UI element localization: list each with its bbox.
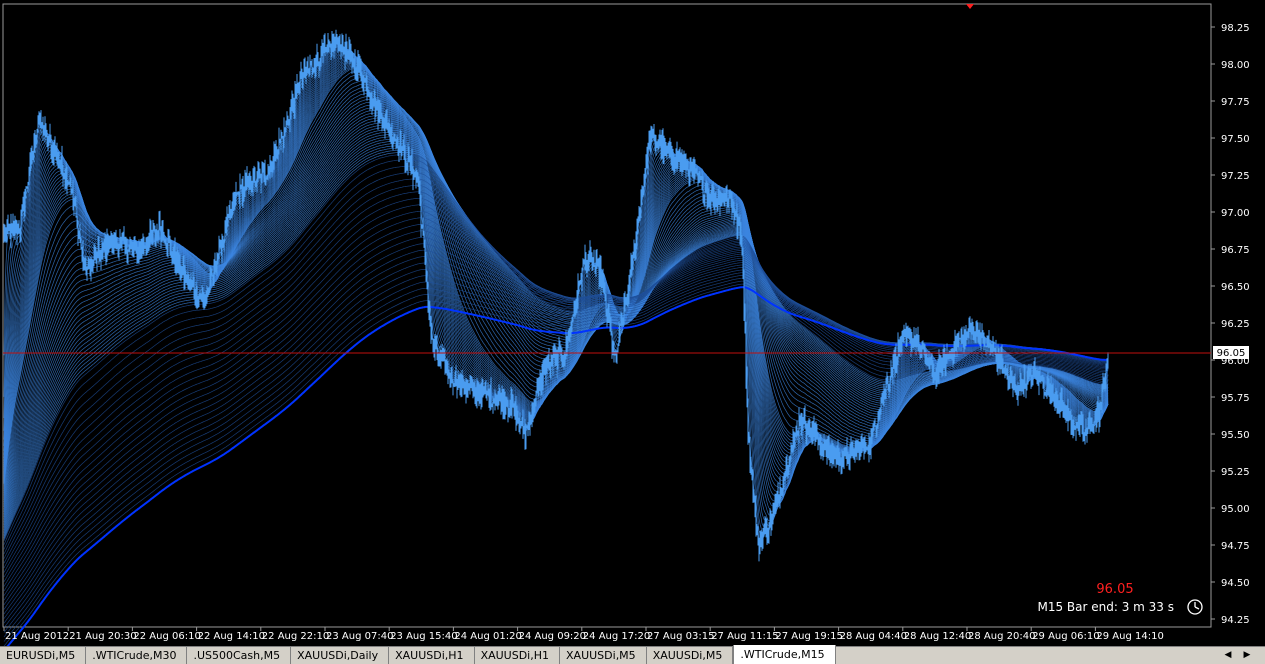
chart-tab[interactable]: XAUUSDi,Daily	[291, 647, 390, 664]
price-tick-label: 95.75	[1221, 393, 1250, 404]
chart-tab[interactable]: .WTICrude,M30	[86, 647, 188, 664]
timer-price: 96.05	[1096, 582, 1133, 597]
time-tick-label: 28 Aug 04:40	[840, 631, 907, 642]
chart-tab-bar: EURUSDi,M5 .WTICrude,M30 .US500Cash,M5 XAUU…	[0, 645, 1265, 664]
chart-tab[interactable]: .WTICrude,M15	[733, 645, 836, 664]
time-tick-label: 21 Aug 2012	[5, 631, 69, 642]
price-tick-label: 97.25	[1221, 171, 1250, 182]
time-tick-label: 23 Aug 07:40	[326, 631, 393, 642]
time-tick-label: 27 Aug 03:15	[647, 631, 714, 642]
chart-tab[interactable]: XAUUSDi,M5	[560, 647, 647, 664]
price-tick-label: 94.75	[1221, 541, 1250, 552]
price-tick-label: 96.50	[1221, 282, 1250, 293]
price-tick-label: 98.25	[1221, 23, 1250, 34]
price-tick-label: 97.50	[1221, 134, 1250, 145]
chart-window[interactable]: 98.25 98.00 97.75 97.50 97.25 97.00 96.75 96.50…	[0, 0, 1265, 646]
time-tick-label: 24 Aug 17:20	[583, 631, 650, 642]
chart-tab[interactable]: XAUUSDi,H1	[389, 647, 475, 664]
price-tick-label: 95.00	[1221, 504, 1250, 515]
time-tick-label: 21 Aug 20:30	[69, 631, 136, 642]
arrow-left-icon[interactable]: ◀	[1221, 649, 1235, 662]
time-tick-label: 28 Aug 20:40	[968, 631, 1035, 642]
chart-tab[interactable]: EURUSDi,M5	[0, 647, 87, 664]
time-tick-label: 27 Aug 11:15	[711, 631, 778, 642]
chart-tab[interactable]: .US500Cash,M5	[187, 647, 292, 664]
time-tick-label: 29 Aug 14:10	[1096, 631, 1163, 642]
arrow-right-icon[interactable]: ▶	[1240, 649, 1254, 662]
time-tick-label: 28 Aug 12:40	[904, 631, 971, 642]
bar-timer-label: M15 Bar end: 3 m 33 s	[1037, 600, 1174, 614]
current-price-label: 96.05	[1217, 348, 1246, 359]
price-tick-label: 97.75	[1221, 97, 1250, 108]
time-tick-label: 22 Aug 22:10	[262, 631, 329, 642]
price-chart[interactable]: 98.25 98.00 97.75 97.50 97.25 97.00 96.75 96.50…	[0, 0, 1265, 646]
time-tick-label: 27 Aug 19:15	[775, 631, 842, 642]
time-tick-label: 22 Aug 06:10	[133, 631, 200, 642]
time-tick-label: 24 Aug 09:20	[519, 631, 586, 642]
time-tick-label: 24 Aug 01:20	[454, 631, 521, 642]
time-tick-label: 29 Aug 06:10	[1032, 631, 1099, 642]
price-tick-label: 98.00	[1221, 60, 1250, 71]
price-tick-label: 96.25	[1221, 319, 1250, 330]
time-tick-label: 23 Aug 15:40	[390, 631, 457, 642]
time-tick-label: 22 Aug 14:10	[198, 631, 265, 642]
chart-tab[interactable]: XAUUSDi,H1	[475, 647, 561, 664]
price-tick-label: 96.75	[1221, 245, 1250, 256]
chart-tab[interactable]: XAUUSDi,M5	[647, 647, 734, 664]
price-tick-label: 95.50	[1221, 430, 1250, 441]
price-tick-label: 94.25	[1221, 615, 1250, 626]
price-tick-label: 97.00	[1221, 208, 1250, 219]
price-tick-label: 94.50	[1221, 578, 1250, 589]
price-tick-label: 95.25	[1221, 467, 1250, 478]
